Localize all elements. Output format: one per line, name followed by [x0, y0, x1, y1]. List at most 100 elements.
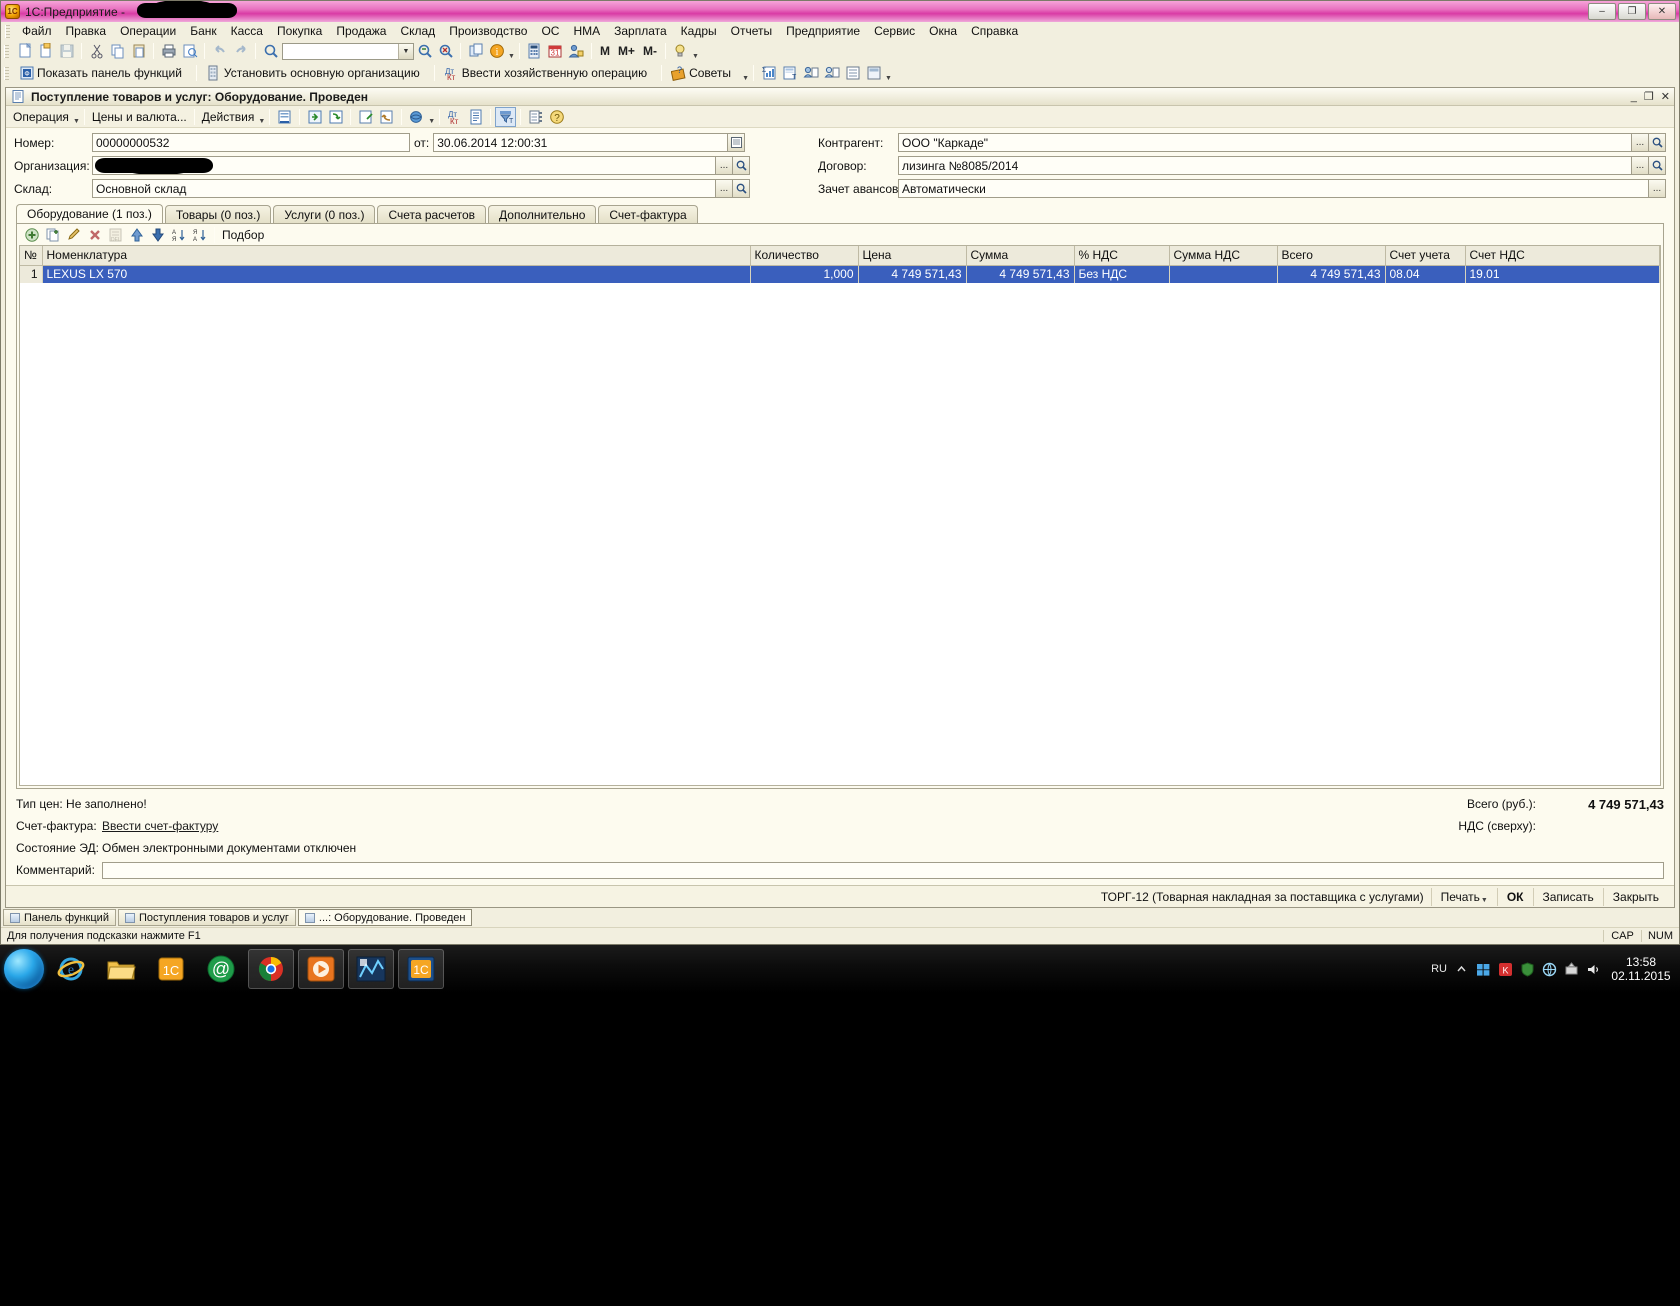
list-detail-icon[interactable]: [863, 63, 884, 83]
record-icon[interactable]: [355, 107, 376, 127]
contract-input[interactable]: лизинга №8085/2014: [898, 156, 1632, 175]
report-icon[interactable]: Σ: [758, 63, 779, 83]
contact-list-icon[interactable]: [821, 63, 842, 83]
help-icon[interactable]: ?: [546, 107, 567, 127]
add-row-icon[interactable]: [21, 225, 42, 245]
toolbar-grip[interactable]: [4, 66, 9, 80]
copy-row-icon[interactable]: [42, 225, 63, 245]
cut-icon[interactable]: [86, 41, 107, 61]
menu-nma[interactable]: НМА: [566, 23, 607, 39]
memory-recall-button[interactable]: M: [596, 44, 614, 58]
advance-select-button[interactable]: ...: [1649, 179, 1666, 198]
operation-menu[interactable]: Операция: [10, 110, 72, 124]
close-button[interactable]: ✕: [1648, 3, 1676, 20]
menubar-grip[interactable]: [5, 24, 10, 38]
column-header-sum[interactable]: Сумма: [966, 246, 1075, 266]
tab-goods[interactable]: Товары (0 поз.): [164, 205, 272, 223]
menu-purchase[interactable]: Покупка: [270, 23, 329, 39]
cell-vat-account[interactable]: 19.01: [1465, 265, 1660, 283]
tips-button[interactable]: ? Советы: [666, 63, 741, 83]
organization-input[interactable]: [92, 156, 716, 175]
document-minimize-button[interactable]: _: [1631, 91, 1637, 103]
counterparty-input[interactable]: ООО "Каркаде": [898, 133, 1632, 152]
column-header-nomenclature[interactable]: Номенклатура: [42, 246, 751, 266]
delete-row-icon[interactable]: [84, 225, 105, 245]
equipment-grid[interactable]: № Номенклатура Количество Цена Сумма % Н…: [19, 245, 1661, 786]
move-up-icon[interactable]: [126, 225, 147, 245]
chevron-down-icon[interactable]: ▼: [428, 118, 435, 127]
ok-button[interactable]: ОК: [1496, 887, 1533, 906]
warehouse-search-button[interactable]: [733, 179, 750, 198]
chevron-down-icon[interactable]: ▼: [508, 53, 515, 62]
table-row[interactable]: 1 LEXUS LX 570 1,000 4 749 571,43 4 749 …: [20, 265, 1660, 283]
cell-vat-rate[interactable]: Без НДС: [1074, 265, 1170, 283]
tab-invoice[interactable]: Счет-фактура: [598, 205, 698, 223]
menu-salary[interactable]: Зарплата: [607, 23, 674, 39]
document-restore-button[interactable]: ❐: [1644, 90, 1654, 103]
cell-quantity[interactable]: 1,000: [750, 265, 859, 283]
column-header-total[interactable]: Всего: [1277, 246, 1386, 266]
calendar-picker-button[interactable]: [728, 133, 746, 152]
tab-additional[interactable]: Дополнительно: [488, 205, 597, 223]
mdi-tab-functions-panel[interactable]: Панель функций: [3, 909, 116, 926]
start-button[interactable]: [4, 949, 44, 989]
memory-subtract-button[interactable]: M-: [639, 44, 661, 58]
delete-direct-icon[interactable]: DEL: [105, 225, 126, 245]
dt-kt-icon[interactable]: Дт Кт: [444, 107, 465, 127]
paste-icon[interactable]: [128, 41, 149, 61]
sort-asc-icon[interactable]: АЯ: [168, 225, 189, 245]
windows-flag-icon[interactable]: [1476, 962, 1491, 977]
shield-icon[interactable]: [1520, 961, 1535, 977]
redo-icon[interactable]: [230, 41, 251, 61]
maximize-button[interactable]: ❐: [1618, 3, 1646, 20]
write-button[interactable]: Записать: [1532, 887, 1603, 906]
contract-select-button[interactable]: ...: [1632, 156, 1649, 175]
taskbar-graph-app[interactable]: [348, 949, 394, 989]
print-dropdown-icon[interactable]: [406, 107, 427, 127]
taskbar-1c-enterprise[interactable]: 1С: [398, 949, 444, 989]
toolbar-grip[interactable]: [4, 44, 9, 58]
select-items-button[interactable]: Подбор: [219, 228, 267, 242]
chevron-down-icon[interactable]: ▼: [692, 53, 699, 62]
actions-menu[interactable]: Действия: [199, 110, 258, 124]
column-header-quantity[interactable]: Количество: [750, 246, 859, 266]
save-icon[interactable]: [56, 41, 77, 61]
chevron-down-icon[interactable]: ▼: [73, 118, 80, 127]
document-close-button[interactable]: ✕: [1661, 90, 1670, 103]
cell-nomenclature[interactable]: LEXUS LX 570: [42, 265, 751, 283]
close-button[interactable]: Закрыть: [1602, 887, 1668, 906]
calculator-icon[interactable]: [524, 41, 545, 61]
column-header-vat-sum[interactable]: Сумма НДС: [1169, 246, 1278, 266]
tab-settlement-accounts[interactable]: Счета расчетов: [377, 205, 487, 223]
cell-total[interactable]: 4 749 571,43: [1277, 265, 1386, 283]
chevron-up-icon[interactable]: [1454, 962, 1469, 977]
column-header-account[interactable]: Счет учета: [1385, 246, 1466, 266]
menu-reports[interactable]: Отчеты: [724, 23, 779, 39]
menu-cash[interactable]: Касса: [224, 23, 270, 39]
menu-edit[interactable]: Правка: [59, 23, 114, 39]
organization-select-button[interactable]: ...: [716, 156, 733, 175]
menu-windows[interactable]: Окна: [922, 23, 964, 39]
enter-business-operation-button[interactable]: Дт Кт Ввести хозяйственную операцию: [439, 63, 657, 83]
enter-invoice-link[interactable]: Ввести счет-фактуру: [102, 819, 218, 833]
contact-icon[interactable]: [800, 63, 821, 83]
date-input[interactable]: 30.06.2014 12:00:31: [433, 133, 729, 152]
memory-add-button[interactable]: M+: [614, 44, 639, 58]
search-input[interactable]: ▼: [282, 42, 414, 60]
taskbar-chrome[interactable]: [248, 949, 294, 989]
chevron-down-icon[interactable]: ▼: [258, 118, 265, 127]
column-header-vat-rate[interactable]: % НДС: [1074, 246, 1170, 266]
menu-file[interactable]: Файл: [15, 23, 59, 39]
column-header-vat-account[interactable]: Счет НДС: [1465, 246, 1660, 266]
info-icon[interactable]: i: [486, 41, 507, 61]
taskbar-mail[interactable]: @: [198, 949, 244, 989]
volume-icon[interactable]: [1586, 962, 1601, 977]
search-cancel-icon[interactable]: [435, 41, 456, 61]
warehouse-input[interactable]: Основной склад: [92, 179, 716, 198]
menu-enterprise[interactable]: Предприятие: [779, 23, 867, 39]
move-down-icon[interactable]: [147, 225, 168, 245]
cell-sum[interactable]: 4 749 571,43: [966, 265, 1075, 283]
number-input[interactable]: 00000000532: [92, 133, 410, 152]
taskbar-file-explorer[interactable]: [98, 949, 144, 989]
advance-input[interactable]: Автоматически: [898, 179, 1649, 198]
